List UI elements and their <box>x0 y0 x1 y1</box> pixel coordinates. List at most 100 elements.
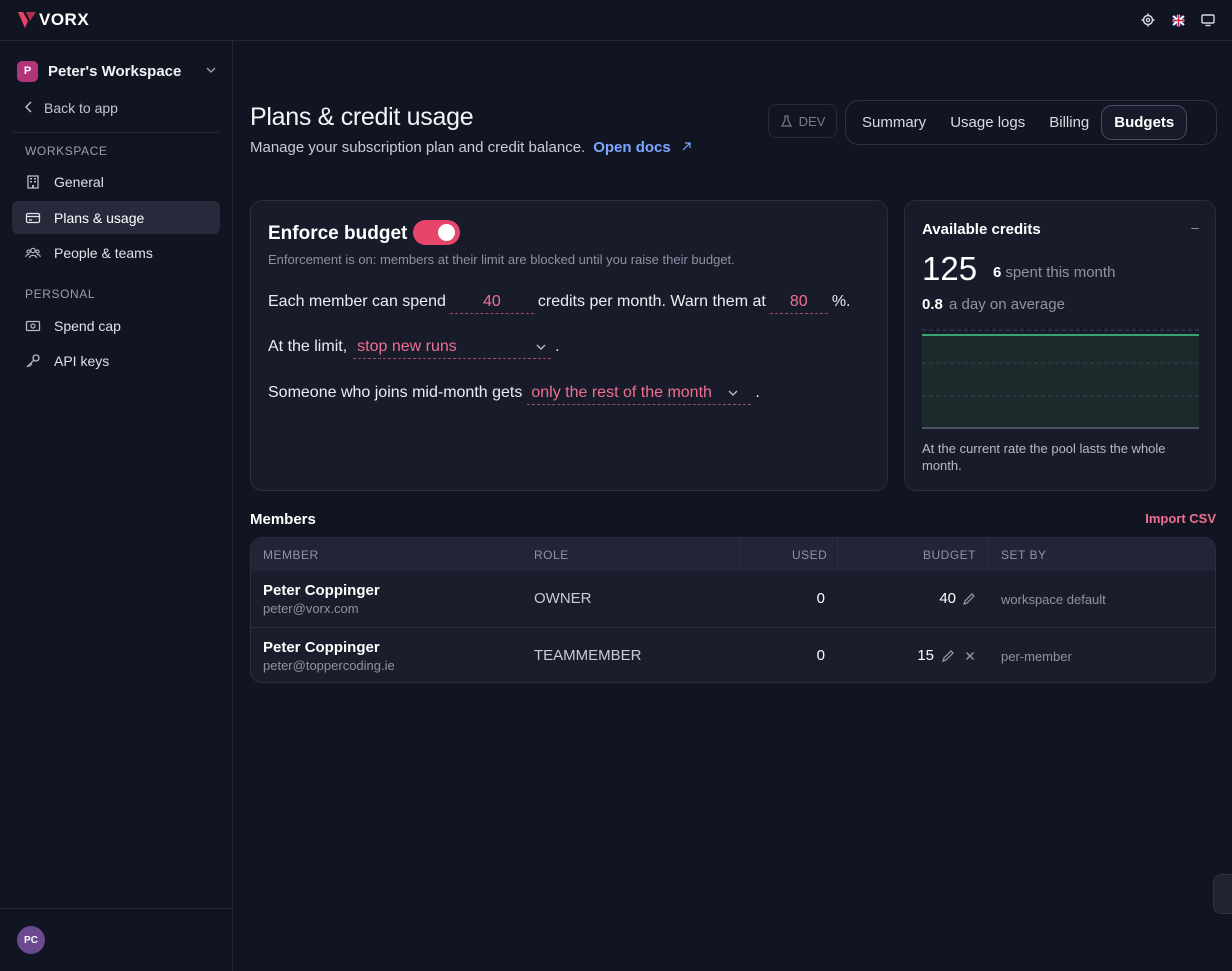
subtitle-text: Manage your subscription plan and credit… <box>250 139 586 156</box>
page-title: Plans & credit usage <box>250 103 474 131</box>
member-budget: 40 <box>939 590 956 607</box>
column-divider <box>837 538 838 571</box>
open-docs-link[interactable]: Open docs <box>593 139 692 156</box>
table-header: MEMBER ROLE USED BUDGET SET BY <box>251 538 1215 571</box>
external-link-icon <box>682 142 691 151</box>
sidebar-footer-divider <box>0 908 232 909</box>
available-credits-value: 125 <box>922 250 978 287</box>
sidebar-item-label: API keys <box>54 352 110 369</box>
spend-limit-input[interactable]: 40 <box>449 290 534 314</box>
limit-action-select[interactable]: stop new runs <box>353 335 552 359</box>
sidebar-item-people-teams[interactable]: People & teams <box>12 236 220 269</box>
limit-rule-period: . <box>555 338 560 355</box>
spend-rule-text-b: credits per month. Warn them at <box>537 293 766 310</box>
member-role: OWNER <box>534 590 592 607</box>
sidebar-item-label: General <box>54 173 104 190</box>
feedback-tab[interactable] <box>1213 874 1232 914</box>
tab-usage-logs[interactable]: Usage logs <box>938 105 1037 140</box>
spend-rule-text-c: %. <box>831 293 851 310</box>
member-budget: 15 <box>917 647 934 664</box>
member-name: Peter Coppinger <box>263 582 380 599</box>
sidebar-item-spend-cap[interactable]: Spend cap <box>12 309 220 342</box>
sidebar-item-label: People & teams <box>54 244 153 261</box>
workspace-switcher[interactable]: P Peter's Workspace <box>17 59 217 83</box>
key-icon <box>26 353 40 367</box>
building-icon <box>27 174 39 189</box>
limit-rule-sentence: At the limit, stop new runs . <box>268 335 560 359</box>
tab-budgets[interactable]: Budgets <box>1101 105 1188 140</box>
sidebar: P Peter's Workspace Back to app WORKSPAC… <box>0 41 233 971</box>
sidebar-item-label: Plans & usage <box>54 209 145 226</box>
members-table: MEMBER ROLE USED BUDGET SET BY Peter Cop… <box>250 537 1216 683</box>
available-credits-card: Available credits – 125 6 spent this mont… <box>904 200 1216 491</box>
tab-summary[interactable]: Summary <box>850 105 938 140</box>
logo[interactable]: VORX <box>17 10 89 30</box>
column-header-used: USED <box>792 548 828 562</box>
pencil-icon[interactable] <box>941 649 955 663</box>
credit-card-icon <box>25 212 41 223</box>
warn-threshold-input[interactable]: 80 <box>769 290 828 314</box>
flag-icon[interactable] <box>1171 13 1185 27</box>
back-to-app-link[interactable]: Back to app <box>24 100 118 116</box>
avg-value: 0.8 <box>922 296 943 313</box>
collapse-button[interactable]: – <box>1191 219 1199 235</box>
chevron-down-icon <box>205 63 217 79</box>
tab-bar: Summary Usage logs Billing Budgets <box>845 100 1217 145</box>
chevron-down-icon <box>728 390 738 396</box>
enforce-budget-toggle[interactable] <box>413 220 460 245</box>
workspace-name: Peter's Workspace <box>48 62 182 80</box>
enforce-description: Enforcement is on: members at their limi… <box>268 252 735 267</box>
pencil-icon[interactable] <box>962 592 976 606</box>
spent-label: spent this month <box>1005 264 1116 281</box>
sidebar-item-plans-usage[interactable]: Plans & usage <box>12 201 220 234</box>
dev-badge-label: DEV <box>798 113 826 129</box>
top-bar: VORX <box>0 0 1232 41</box>
column-divider <box>988 538 989 571</box>
cash-icon <box>25 320 41 331</box>
member-cell: Peter Coppinger peter@vorx.com <box>263 582 380 616</box>
back-to-app-label: Back to app <box>44 100 118 116</box>
join-policy-select[interactable]: only the rest of the month <box>527 381 752 405</box>
limit-rule-text: At the limit, <box>268 338 348 355</box>
table-row[interactable]: Peter Coppinger peter@toppercoding.ie TE… <box>251 627 1215 682</box>
member-email: peter@vorx.com <box>263 601 359 616</box>
credits-burn-chart <box>922 329 1199 429</box>
tab-billing[interactable]: Billing <box>1037 105 1101 140</box>
toggle-knob <box>438 224 455 241</box>
workspace-avatar: P <box>17 60 38 82</box>
enforce-budget-title: Enforce budget <box>268 223 408 244</box>
limit-action-value: stop new runs <box>357 337 457 355</box>
section-label-personal: PERSONAL <box>25 287 96 301</box>
member-email: peter@toppercoding.ie <box>263 658 395 673</box>
join-policy-value: only the rest of the month <box>531 383 712 401</box>
gear-icon[interactable] <box>1141 13 1155 27</box>
budget-card: Enforce budget Enforcement is on: member… <box>250 200 888 491</box>
chevron-down-icon <box>536 344 546 350</box>
spend-rule-text-a: Each member can spend <box>268 293 446 310</box>
join-rule-sentence: Someone who joins mid-month gets only th… <box>268 381 760 405</box>
credits-forecast-note: At the current rate the pool lasts the w… <box>922 441 1166 473</box>
chart-area-fill <box>922 335 1199 429</box>
member-set-by: workspace default <box>1001 592 1106 607</box>
close-icon[interactable] <box>964 650 976 662</box>
people-icon <box>25 247 41 258</box>
sidebar-item-api-keys[interactable]: API keys <box>12 344 220 377</box>
join-rule-text: Someone who joins mid-month gets <box>268 384 523 401</box>
member-used: 0 <box>816 590 825 607</box>
dev-badge[interactable]: DEV <box>768 104 837 138</box>
member-role: TEAMMEMBER <box>534 647 642 664</box>
member-name: Peter Coppinger <box>263 639 380 656</box>
user-avatar[interactable]: PC <box>17 926 45 954</box>
sidebar-item-general[interactable]: General <box>12 165 220 198</box>
member-budget-cell: 40 <box>891 590 976 607</box>
credits-title: Available credits <box>922 221 1041 238</box>
open-docs-label: Open docs <box>593 139 671 156</box>
import-csv-button[interactable]: Import CSV <box>1145 511 1216 526</box>
daily-average: 0.8 a day on average <box>922 296 1065 313</box>
spent-value: 6 <box>993 264 1002 281</box>
column-header-set-by: SET BY <box>1001 548 1047 562</box>
table-row[interactable]: Peter Coppinger peter@vorx.com OWNER 0 4… <box>251 571 1215 627</box>
column-header-role: ROLE <box>534 548 569 562</box>
monitor-icon[interactable] <box>1201 13 1215 27</box>
section-label-workspace: WORKSPACE <box>25 144 108 158</box>
